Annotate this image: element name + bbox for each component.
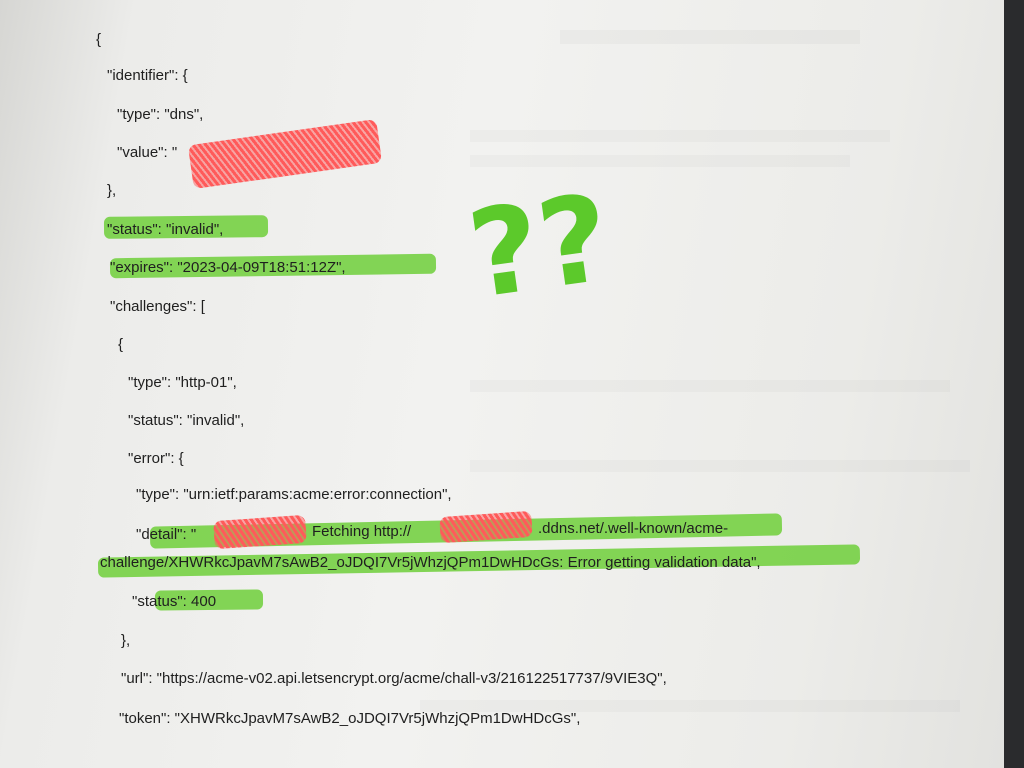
json-line: challenge/XHWRkcJpavM7sAwB2_oJDQI7Vr5jWh…: [100, 554, 761, 571]
json-line: "challenges": [: [110, 298, 205, 315]
bleed-through-text: [470, 460, 970, 472]
paper-sheet: { "identifier": { "type": "dns", "value"…: [0, 0, 1004, 768]
bleed-through-text: [560, 30, 860, 44]
detail-domain-text: .ddns.net/.well-known/acme-: [538, 520, 729, 537]
question-mark-annotation: ??: [460, 168, 619, 327]
bleed-through-text: [470, 130, 890, 142]
json-line: "token": "XHWRkcJpavM7sAwB2_oJDQI7Vr5jWh…: [119, 710, 581, 727]
json-line: "status": "invalid",: [107, 221, 224, 238]
bleed-through-text: [470, 380, 950, 392]
json-line: "url": "https://acme-v02.api.letsencrypt…: [121, 670, 667, 687]
json-line: "type": "dns",: [117, 106, 204, 123]
bleed-through-text: [470, 155, 850, 167]
json-line: {: [96, 31, 102, 48]
redaction-identifier-value: [187, 118, 383, 190]
json-line: "expires": "2023-04-09T18:51:12Z",: [110, 259, 346, 276]
json-line: "type": "urn:ietf:params:acme:error:conn…: [136, 486, 452, 503]
json-line: {: [118, 336, 124, 353]
json-line: "status": 400: [132, 593, 217, 610]
json-line: },: [107, 182, 117, 199]
json-line: },: [121, 632, 131, 649]
json-line: "type": "http-01",: [128, 374, 237, 391]
json-line: "detail": ": [136, 526, 197, 543]
detail-fetch-text: Fetching http://: [312, 523, 412, 540]
json-line: "status": "invalid",: [128, 412, 245, 429]
json-line: "error": {: [128, 450, 184, 467]
json-line: "value": ": [117, 144, 178, 161]
json-line: "identifier": {: [107, 67, 188, 84]
